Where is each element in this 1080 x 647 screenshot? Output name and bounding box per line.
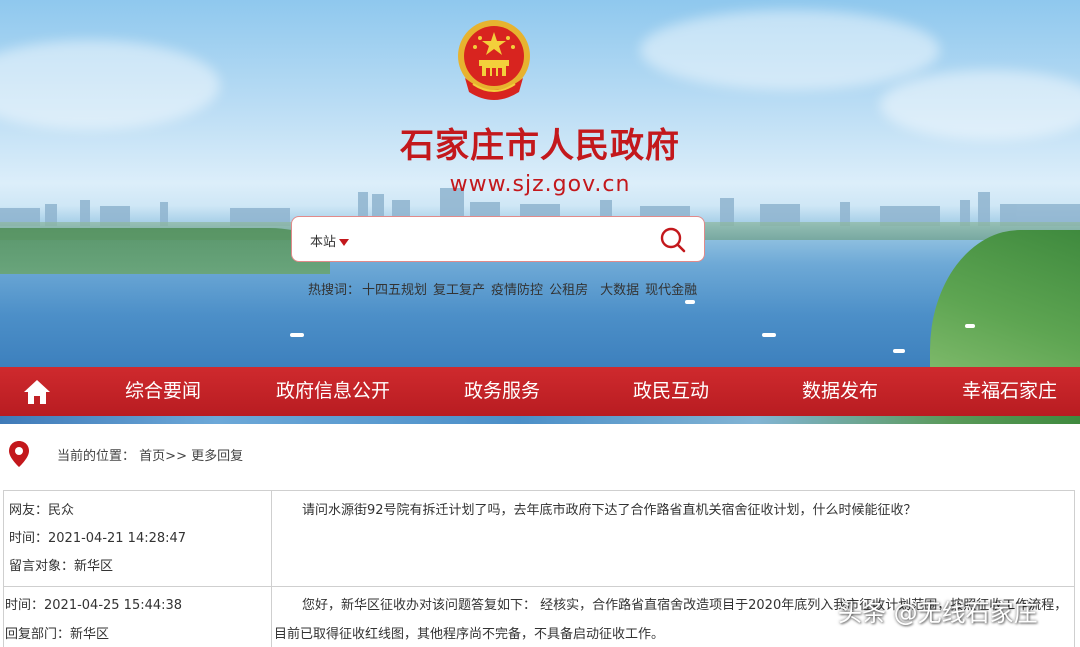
hot-word-link[interactable]: 疫情防控 xyxy=(491,283,543,298)
nav-item-info-disclosure[interactable]: 政府信息公开 xyxy=(276,367,390,416)
reply-department: 回复部门：新华区 xyxy=(5,627,110,642)
netizen-name: 网友：民众 xyxy=(9,503,75,518)
main-nav: 综合要闻 政府信息公开 政务服务 政民互动 数据发布 幸福石家庄 xyxy=(0,367,1080,416)
boat xyxy=(290,333,304,337)
hot-word-link[interactable]: 公租房 xyxy=(549,283,588,298)
search-scope-select[interactable]: 本站 xyxy=(310,231,350,250)
breadcrumb-current: 更多回复 xyxy=(191,449,244,464)
cloud xyxy=(0,40,220,130)
site-url[interactable]: www.sjz.gov.cn xyxy=(0,172,1080,197)
reply-time: 时间：2021-04-25 15:44:38 xyxy=(5,598,183,613)
hot-word-link[interactable]: 现代金融 xyxy=(645,283,697,298)
breadcrumb-separator: >> xyxy=(165,449,187,464)
location-pin-icon xyxy=(9,441,29,467)
column-divider xyxy=(271,490,272,647)
boat xyxy=(893,349,905,353)
hot-words-label: 热搜词： xyxy=(308,283,361,298)
hot-word-link[interactable]: 十四五规划 xyxy=(362,283,427,298)
nav-home-button[interactable] xyxy=(0,367,74,416)
park-trees xyxy=(0,228,330,274)
breadcrumb-prefix: 当前的位置： xyxy=(57,449,136,464)
reply-text-line2: 目前已取得征收红线图，其他程序尚不完备，不具备启动征收工作。 xyxy=(274,627,665,642)
banner-strip xyxy=(0,416,1080,424)
national-emblem-icon xyxy=(458,20,530,100)
caret-down-icon xyxy=(339,239,350,246)
nav-item-news[interactable]: 综合要闻 xyxy=(125,367,201,416)
site-title: 石家庄市人民政府 xyxy=(400,126,680,166)
park-trees xyxy=(930,230,1080,367)
question-text: 请问水源街92号院有拆迁计划了吗，去年底市政府下达了合作路省直机关宿舍征收计划，… xyxy=(302,503,917,518)
hot-search-words: 热搜词： 十四五规划 复工复产 疫情防控 公租房 大数据 现代金融 xyxy=(308,279,703,298)
boat xyxy=(762,333,776,337)
search-box: 本站 xyxy=(291,216,705,262)
home-icon xyxy=(24,379,50,404)
nav-item-services[interactable]: 政务服务 xyxy=(464,367,540,416)
nav-item-happy-sjz[interactable]: 幸福石家庄 xyxy=(962,367,1057,416)
hot-word-link[interactable]: 大数据 xyxy=(600,283,639,298)
header-banner: 石家庄市人民政府 www.sjz.gov.cn 本站 热搜词： 十四五规划 复工复产… xyxy=(0,0,1080,367)
nav-item-interaction[interactable]: 政民互动 xyxy=(633,367,709,416)
message-target: 留言对象：新华区 xyxy=(9,559,114,574)
hot-word-link[interactable]: 复工复产 xyxy=(433,283,485,298)
nav-item-data[interactable]: 数据发布 xyxy=(802,367,878,416)
cloud xyxy=(640,10,940,90)
watermark: 头条 @无线石家庄 xyxy=(838,599,1038,627)
boat xyxy=(965,324,975,328)
ask-time: 时间：2021-04-21 14:28:47 xyxy=(9,531,187,546)
search-input[interactable] xyxy=(356,225,640,255)
search-icon[interactable] xyxy=(658,225,688,255)
search-scope-label: 本站 xyxy=(310,235,337,250)
breadcrumb-home-link[interactable]: 首页 xyxy=(139,449,165,464)
breadcrumb: 当前的位置： 首页>> 更多回复 xyxy=(0,434,1080,474)
boat xyxy=(685,300,695,304)
